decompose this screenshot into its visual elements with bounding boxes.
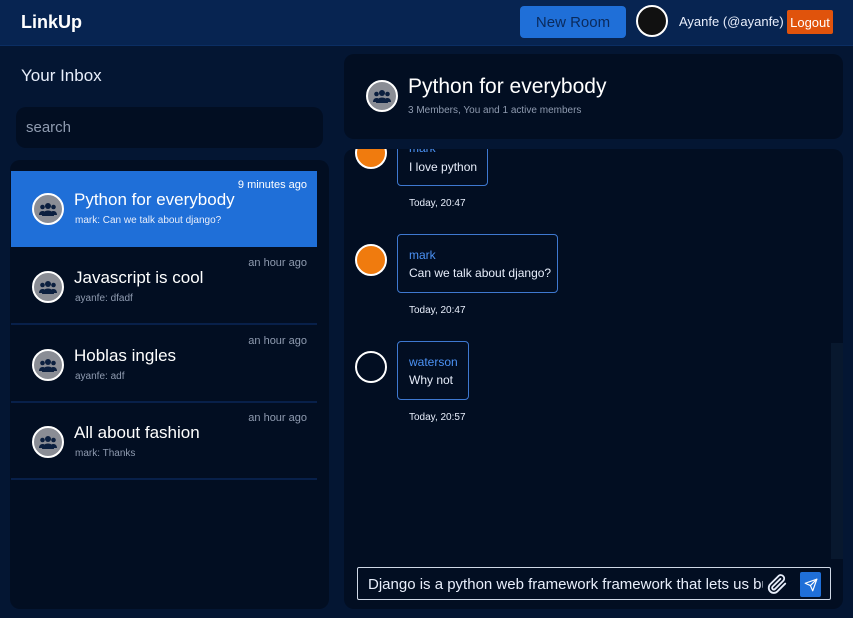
message-list[interactable]: mark I love python Today, 20:47 mark Can… <box>344 149 843 609</box>
message-time: Today, 20:47 <box>409 305 466 316</box>
user-name[interactable]: Ayanfe (@ayanfe) <box>679 14 784 29</box>
message-text: Why not <box>409 373 454 387</box>
conversation-preview: ayanfe: adf <box>75 371 125 382</box>
group-avatar-icon <box>32 426 64 458</box>
conversation-item[interactable]: Javascript is cool ayanfe: dfadf an hour… <box>11 249 317 325</box>
group-avatar-icon <box>366 80 398 112</box>
message-bubble: waterson Why not <box>397 341 469 400</box>
message-time: Today, 20:57 <box>409 412 466 423</box>
conversation-title: Hoblas ingles <box>74 346 177 365</box>
message-bubble: mark I love python <box>397 149 488 186</box>
message-bubble: mark Can we talk about django? <box>397 234 558 293</box>
new-room-button[interactable]: New Room <box>520 6 626 38</box>
message-sender[interactable]: mark <box>409 149 436 155</box>
conversation-title: Javascript is cool <box>74 268 204 287</box>
message-input[interactable] <box>368 573 763 595</box>
room-title: Python for everybody <box>408 75 607 98</box>
message-time: Today, 20:47 <box>409 198 466 209</box>
message-sender[interactable]: mark <box>409 248 436 262</box>
conversation-item[interactable]: Hoblas ingles ayanfe: adf an hour ago <box>11 327 317 403</box>
group-avatar-icon <box>32 193 64 225</box>
search-input[interactable] <box>16 107 323 148</box>
avatar[interactable] <box>355 244 387 276</box>
group-avatar-icon <box>32 349 64 381</box>
message-composer <box>357 567 831 600</box>
avatar[interactable] <box>355 149 387 169</box>
message-text: Can we talk about django? <box>409 266 552 280</box>
conversation-preview: mark: Can we talk about django? <box>75 215 222 226</box>
inbox-title: Your Inbox <box>21 66 102 85</box>
conversation-time: an hour ago <box>248 412 307 424</box>
top-bar: LinkUp New Room Ayanfe (@ayanfe) Logout <box>0 0 853 46</box>
conversation-item[interactable]: All about fashion mark: Thanks an hour a… <box>11 404 317 480</box>
conversation-preview: ayanfe: dfadf <box>75 293 133 304</box>
app-logo[interactable]: LinkUp <box>21 12 82 33</box>
conversation-item[interactable]: Python for everybody mark: Can we talk a… <box>11 171 317 247</box>
conversation-title: All about fashion <box>74 423 200 442</box>
paper-plane-icon <box>804 578 817 591</box>
logout-button[interactable]: Logout <box>787 10 833 34</box>
conversation-time: an hour ago <box>248 335 307 347</box>
conversation-list: Python for everybody mark: Can we talk a… <box>10 160 329 609</box>
send-button[interactable] <box>800 572 821 597</box>
paperclip-icon[interactable] <box>766 573 788 595</box>
message-sender[interactable]: waterson <box>409 355 458 369</box>
message-text: I love python <box>409 160 478 174</box>
user-avatar[interactable] <box>636 5 668 37</box>
conversation-time: an hour ago <box>248 257 307 269</box>
conversation-time: 9 minutes ago <box>237 179 307 191</box>
avatar[interactable] <box>355 351 387 383</box>
room-header: Python for everybody 3 Members, You and … <box>344 54 843 139</box>
conversation-preview: mark: Thanks <box>75 448 136 459</box>
room-members: 3 Members, You and 1 active members <box>408 105 582 116</box>
conversation-title: Python for everybody <box>74 190 235 209</box>
group-avatar-icon <box>32 271 64 303</box>
scrollbar[interactable] <box>831 343 843 559</box>
